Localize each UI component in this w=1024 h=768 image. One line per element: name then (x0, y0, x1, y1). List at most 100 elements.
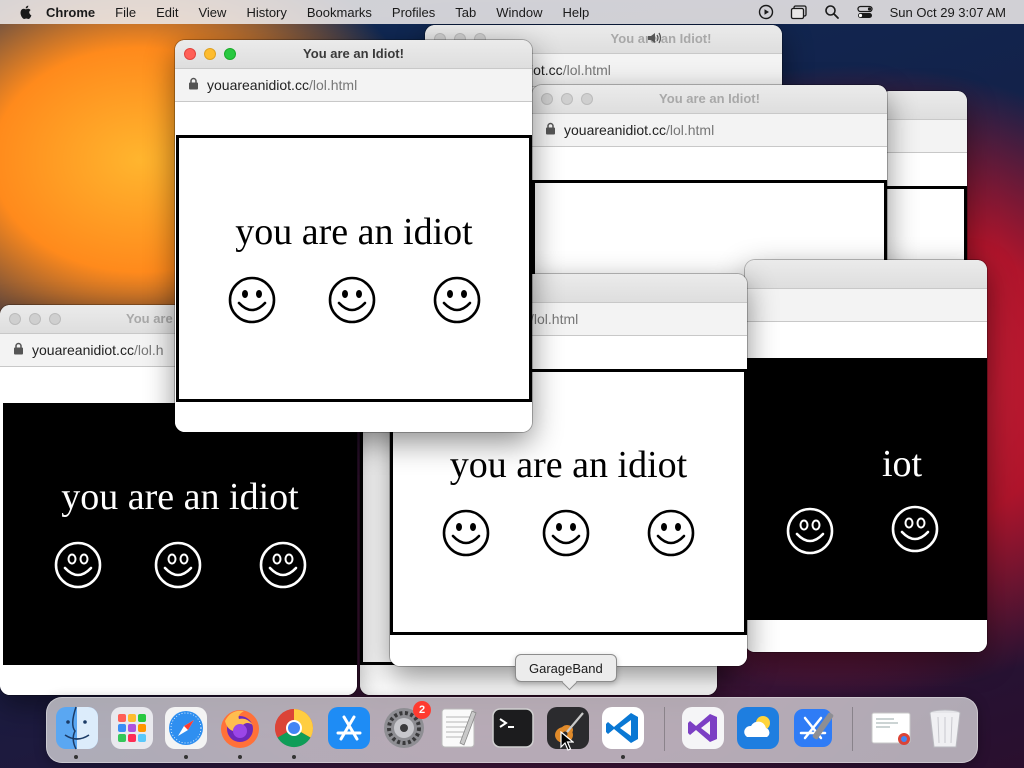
url-text: iot.cc (530, 62, 563, 78)
menu-history[interactable]: History (246, 5, 286, 20)
firefox-icon (221, 710, 259, 748)
smiley-icon (327, 275, 377, 325)
menu-view[interactable]: View (198, 5, 226, 20)
url-path: /lol.html (530, 311, 579, 327)
dock-textedit[interactable] (436, 705, 482, 751)
popup-window-active[interactable]: You are an Idiot! youareanidiot.cc/lol.h… (175, 40, 532, 432)
url-path: /lol.h (133, 342, 164, 358)
smiley-icon (646, 508, 696, 558)
smiley-icon (432, 275, 482, 325)
running-indicator (184, 755, 188, 759)
dock-chrome[interactable] (271, 705, 317, 751)
title-bar[interactable]: You are an Idiot! (175, 40, 532, 69)
menu-edit[interactable]: Edit (156, 5, 178, 20)
app-store-icon (328, 707, 370, 749)
url-path: /lol.html (308, 77, 358, 93)
address-bar[interactable] (745, 289, 987, 322)
dock-xcode[interactable] (790, 705, 836, 751)
dock-vscode[interactable] (600, 705, 646, 751)
lock-icon (545, 122, 556, 138)
zoom-button[interactable] (49, 313, 61, 325)
smiley-icon (785, 506, 835, 556)
search-icon[interactable] (824, 4, 840, 20)
title-bar[interactable] (880, 91, 967, 120)
dock-system-settings[interactable]: 2 (381, 701, 431, 751)
finder-icon (56, 706, 98, 750)
menu-help[interactable]: Help (563, 5, 590, 20)
speaker-icon[interactable] (647, 31, 663, 50)
dock-finder[interactable] (54, 705, 100, 751)
menu-bar: Chrome File Edit View History Bookmarks … (0, 0, 1024, 24)
menu-status-area: Sun Oct 29 3:07 AM (758, 0, 1006, 24)
address-bar[interactable]: youareanidiot.cc/lol.html (175, 69, 532, 102)
menu-tab[interactable]: Tab (455, 5, 476, 20)
title-bar[interactable] (745, 260, 987, 289)
url-path: /lol.html (562, 62, 611, 78)
control-center-icon[interactable] (856, 4, 874, 20)
address-bar[interactable] (880, 120, 967, 153)
apple-logo-icon[interactable] (18, 4, 34, 20)
address-bar[interactable]: youareanidiot.cc/lol.html (532, 114, 887, 147)
smiley-row (53, 540, 308, 590)
running-indicator (74, 755, 78, 759)
dock-trash[interactable] (922, 705, 968, 751)
xcode-icon (794, 709, 834, 747)
dock-documents[interactable] (868, 705, 914, 751)
zoom-button[interactable] (581, 93, 593, 105)
menu-app-name[interactable]: Chrome (46, 5, 95, 20)
dock-tooltip: GarageBand (515, 654, 617, 682)
dock-separator (664, 707, 665, 751)
trash-icon (929, 709, 961, 748)
launchpad-icon (111, 707, 153, 749)
dock-weather[interactable] (735, 705, 781, 751)
visual-studio-icon (682, 707, 724, 749)
smiley-icon (53, 540, 103, 590)
dock-firefox[interactable] (217, 705, 263, 751)
textedit-icon (441, 708, 477, 748)
screen-record-icon[interactable] (758, 4, 774, 20)
weather-icon (737, 707, 779, 749)
minimize-button[interactable] (561, 93, 573, 105)
url-path: /lol.html (665, 122, 715, 138)
zoom-button[interactable] (224, 48, 236, 60)
menu-file[interactable]: File (115, 5, 136, 20)
menu-profiles[interactable]: Profiles (392, 5, 435, 20)
notification-badge: 2 (413, 701, 431, 719)
close-button[interactable] (184, 48, 196, 60)
dock: 2 (46, 697, 978, 763)
window-icon[interactable] (790, 4, 808, 20)
dock-app-store[interactable] (326, 705, 372, 751)
safari-icon (165, 707, 207, 749)
dock-launchpad[interactable] (109, 705, 155, 751)
dock-safari[interactable] (163, 705, 209, 751)
dock-terminal[interactable] (490, 705, 536, 751)
message-text: you are an idiot (235, 210, 473, 253)
smiley-icon (541, 508, 591, 558)
running-indicator (292, 755, 296, 759)
menu-clock[interactable]: Sun Oct 29 3:07 AM (890, 5, 1006, 20)
smiley-icon (258, 540, 308, 590)
smiley-icon (227, 275, 277, 325)
message-frame: you are an idiot (176, 135, 532, 402)
close-button[interactable] (9, 313, 21, 325)
popup-window-right-black[interactable]: iot (745, 260, 987, 652)
vscode-icon (602, 707, 644, 749)
mouse-cursor-icon (560, 731, 574, 751)
dock-visual-studio[interactable] (680, 705, 726, 751)
lock-icon (188, 77, 199, 93)
smiley-icon (153, 540, 203, 590)
close-button[interactable] (541, 93, 553, 105)
minimize-button[interactable] (29, 313, 41, 325)
lock-icon (13, 342, 24, 358)
menu-bookmarks[interactable]: Bookmarks (307, 5, 372, 20)
title-bar[interactable]: You are an Idiot! (532, 85, 887, 114)
menu-window[interactable]: Window (496, 5, 542, 20)
running-indicator (238, 755, 242, 759)
message-frame: you are an idiot (3, 403, 357, 665)
url-domain: youareanidiot.cc (207, 77, 309, 93)
minimize-button[interactable] (204, 48, 216, 60)
chrome-icon (274, 709, 314, 748)
document-icon (871, 712, 911, 745)
smiley-row (227, 275, 482, 325)
dock-separator (852, 707, 853, 751)
